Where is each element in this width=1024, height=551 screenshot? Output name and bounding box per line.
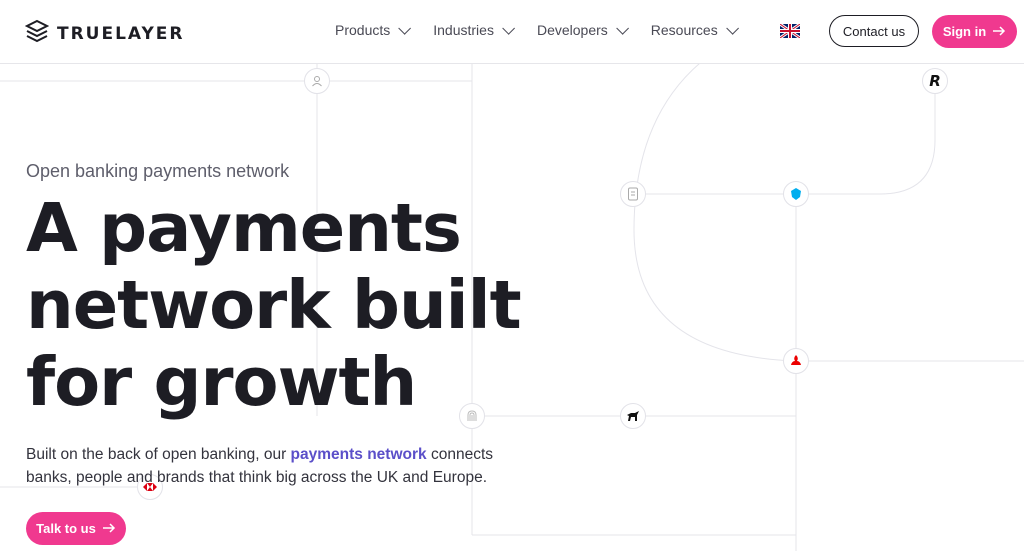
revolut-icon: R <box>922 68 948 94</box>
chevron-down-icon <box>502 21 515 35</box>
uk-flag-icon[interactable] <box>780 24 800 38</box>
chevron-down-icon <box>616 21 629 35</box>
headline-line-3: for growth <box>26 343 417 421</box>
talk-to-us-button[interactable]: Talk to us <box>26 512 126 545</box>
nav-products-label: Products <box>335 22 391 38</box>
subtext-part-1: Built on the back of open banking, our <box>26 446 291 463</box>
nav-developers-label: Developers <box>536 22 608 38</box>
truelayer-logo[interactable]: TRUELAYER <box>24 19 185 48</box>
sign-in-label: Sign in <box>942 24 987 39</box>
nav-resources[interactable]: Resources <box>650 21 739 38</box>
arrow-right-icon <box>102 521 116 536</box>
hero-eyebrow: Open banking payments network <box>26 161 290 181</box>
site-header: TRUELAYER Products Industries Developers… <box>0 0 1024 64</box>
brand-name: TRUELAYER <box>57 23 185 44</box>
contact-us-button[interactable]: Contact us <box>829 15 919 47</box>
nav-developers[interactable]: Developers <box>536 21 629 38</box>
document-icon <box>620 181 646 207</box>
chevron-down-icon <box>398 21 412 35</box>
santander-icon <box>783 348 809 374</box>
barclays-icon <box>783 181 809 207</box>
truelayer-logo-icon <box>24 19 50 48</box>
hero-subtext: Built on the back of open banking, our p… <box>26 443 526 489</box>
talk-to-us-label: Talk to us <box>36 521 96 536</box>
nav-resources-label: Resources <box>650 22 718 38</box>
nav-industries[interactable]: Industries <box>433 21 515 38</box>
main-nav: Products Industries Developers Resources <box>335 21 761 38</box>
chevron-down-icon <box>725 21 739 35</box>
lloyds-icon <box>620 403 646 429</box>
user-icon <box>304 68 330 94</box>
headline-line-2: network built <box>26 266 522 344</box>
headline-line-1: A payments <box>26 189 462 267</box>
arrow-right-icon <box>992 24 1006 39</box>
nav-industries-label: Industries <box>433 22 494 38</box>
payments-network-link[interactable]: payments network <box>291 446 427 463</box>
nav-products[interactable]: Products <box>335 21 412 38</box>
sign-in-button[interactable]: Sign in <box>932 15 1017 48</box>
hero-headline: A payments network built for growth <box>26 190 586 421</box>
